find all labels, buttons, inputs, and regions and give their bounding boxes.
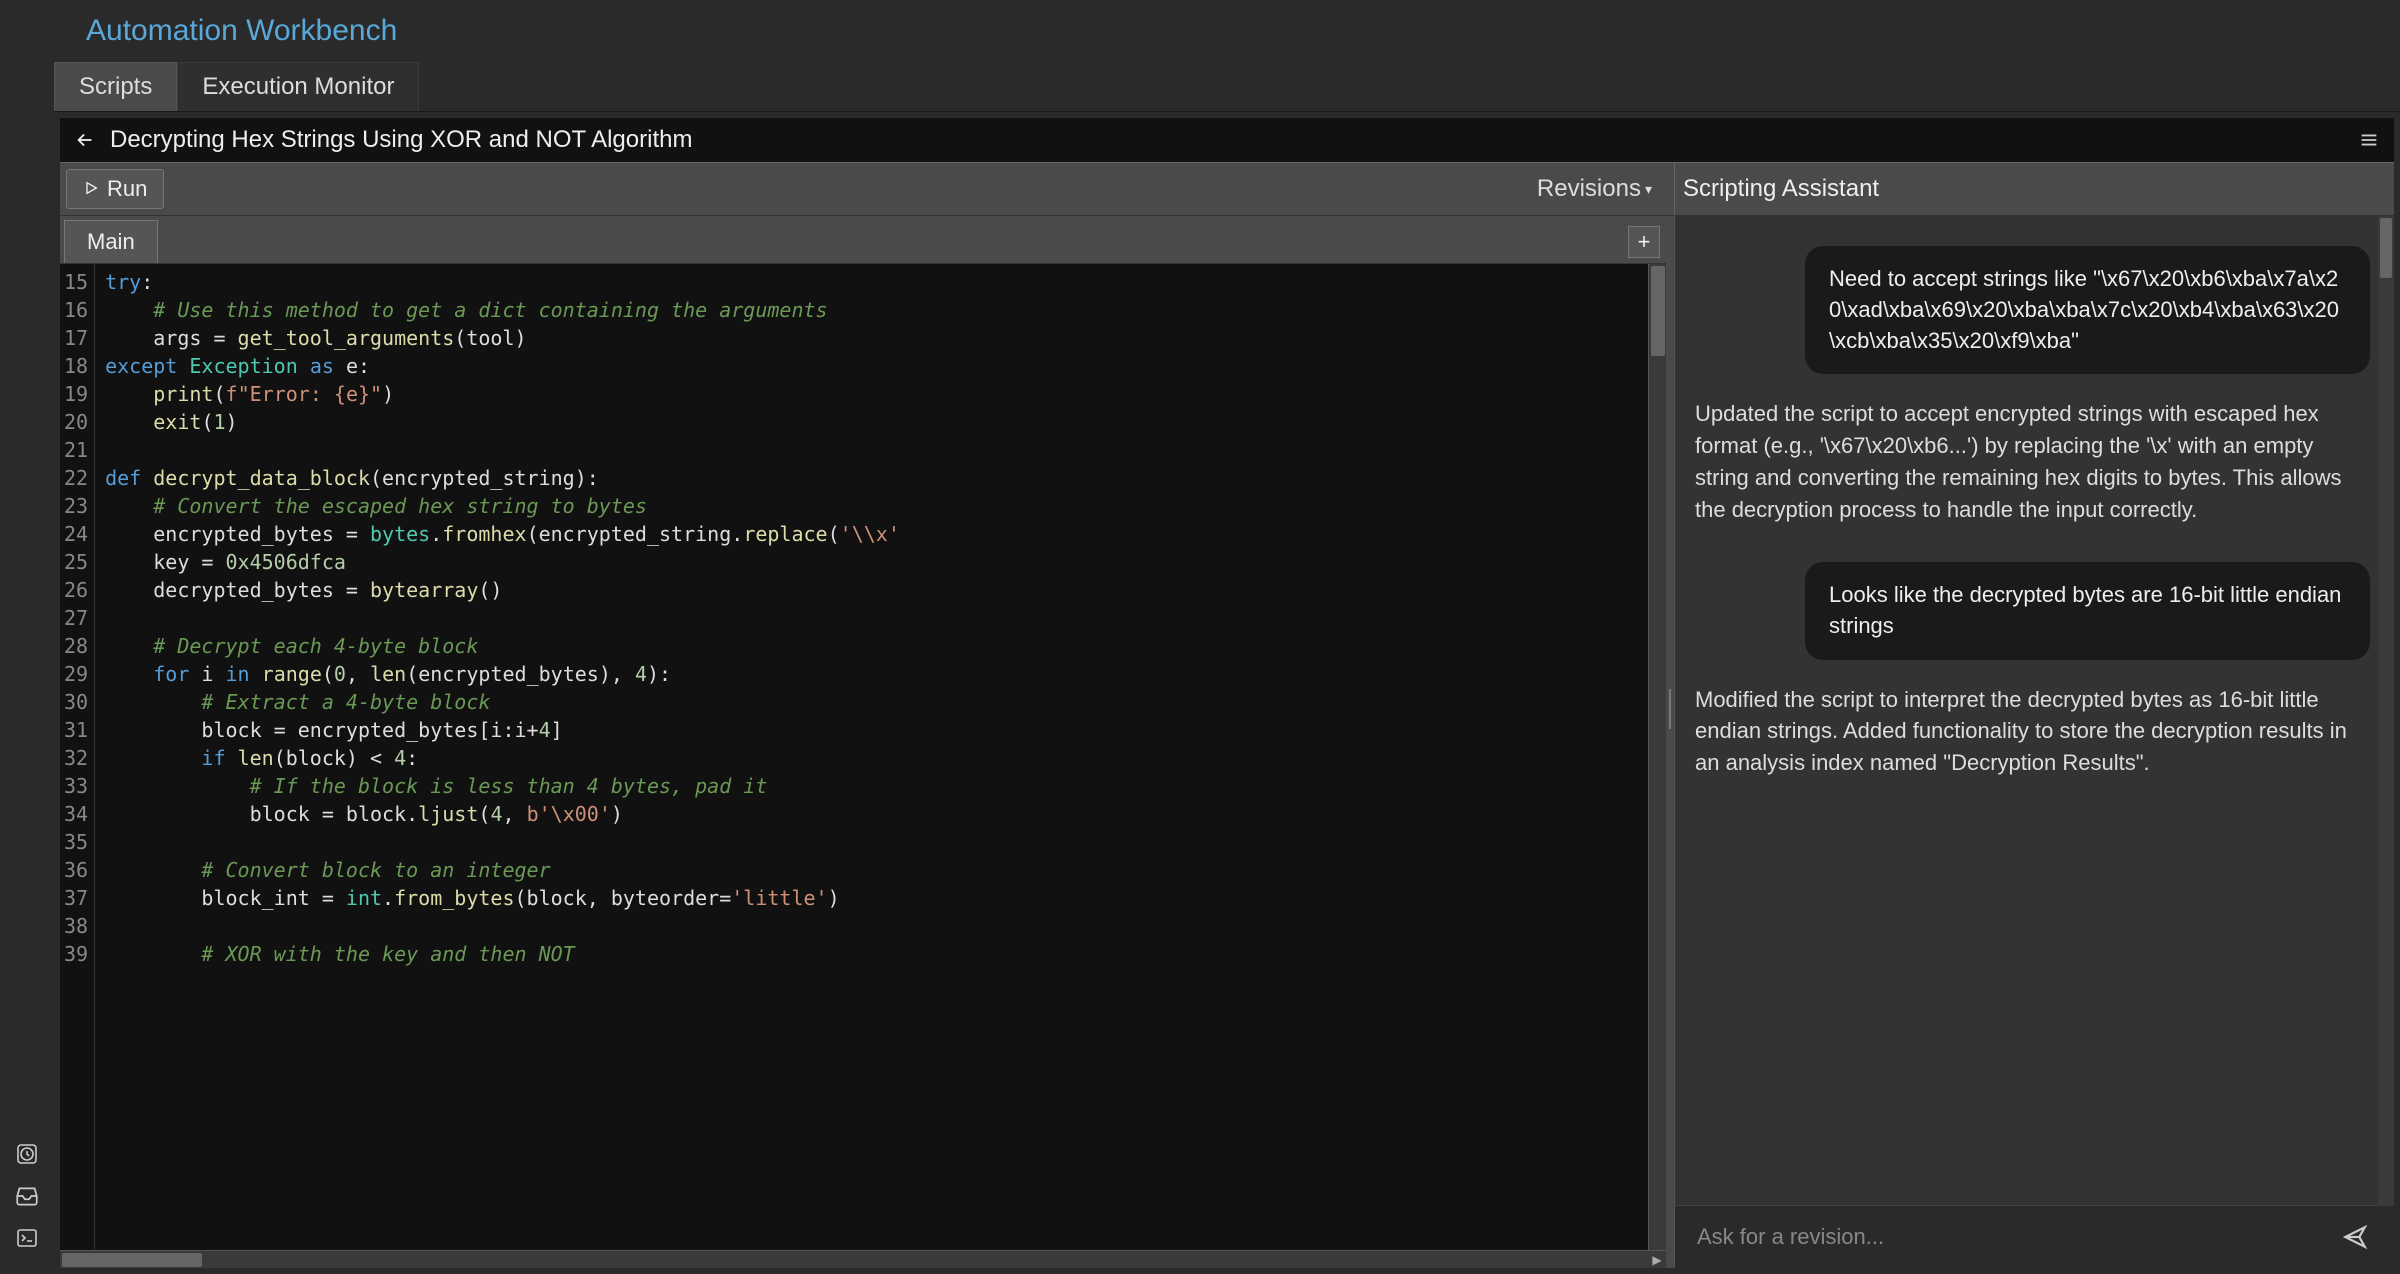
assistant-user-message: Need to accept strings like "\x67\x20\xb…: [1805, 246, 2370, 374]
assistant-reply: Modified the script to interpret the dec…: [1695, 684, 2370, 780]
main-area: Automation Workbench Scripts Execution M…: [54, 0, 2400, 1274]
add-tab-button[interactable]: +: [1628, 226, 1660, 258]
editor-vertical-scrollbar[interactable]: [1648, 264, 1666, 1250]
assistant-user-message: Looks like the decrypted bytes are 16-bi…: [1805, 562, 2370, 660]
toolbar: Run Revisions ▾ Scripting Assistant: [60, 162, 2394, 216]
revisions-label: Revisions: [1537, 175, 1641, 203]
run-label: Run: [107, 176, 147, 202]
assistant-conversation[interactable]: Need to accept strings like "\x67\x20\xb…: [1675, 216, 2394, 1205]
pane-splitter[interactable]: [1666, 216, 1674, 1268]
breadcrumb-title: Decrypting Hex Strings Using XOR and NOT…: [110, 126, 692, 154]
left-rail: [0, 0, 54, 1274]
clock-icon[interactable]: [11, 1138, 43, 1170]
assistant-pane: Need to accept strings like "\x67\x20\xb…: [1674, 216, 2394, 1268]
assistant-input[interactable]: [1697, 1224, 2338, 1250]
tab-scripts[interactable]: Scripts: [54, 62, 177, 111]
code-content[interactable]: try: # Use this method to get a dict con…: [95, 264, 1648, 1250]
editor-pane: Main + 151617181920212223242526272829303…: [60, 216, 1666, 1268]
editor-tabs: Main +: [60, 216, 1666, 264]
assistant-input-row: [1675, 1205, 2394, 1268]
top-tabs: Scripts Execution Monitor: [54, 62, 2400, 112]
terminal-icon[interactable]: [11, 1222, 43, 1254]
work-row: Main + 151617181920212223242526272829303…: [60, 216, 2394, 1268]
play-icon: [83, 176, 99, 202]
inbox-icon[interactable]: [11, 1180, 43, 1212]
assistant-reply: Updated the script to accept encrypted s…: [1695, 398, 2370, 526]
tab-execution-monitor[interactable]: Execution Monitor: [177, 62, 419, 111]
send-icon[interactable]: [2338, 1220, 2372, 1254]
line-number-gutter: 1516171819202122232425262728293031323334…: [60, 264, 95, 1250]
editor-tab-main[interactable]: Main: [64, 220, 158, 263]
assistant-vertical-scrollbar[interactable]: [2378, 216, 2394, 1206]
editor-horizontal-scrollbar[interactable]: ◀ ▶: [60, 1250, 1666, 1268]
app-title: Automation Workbench: [54, 0, 2400, 62]
breadcrumb-bar: Decrypting Hex Strings Using XOR and NOT…: [60, 118, 2394, 162]
hamburger-menu-icon[interactable]: [2358, 129, 2380, 151]
run-button[interactable]: Run: [66, 169, 164, 209]
scroll-right-icon[interactable]: ▶: [1648, 1251, 1666, 1269]
back-arrow-icon[interactable]: [74, 129, 96, 151]
revisions-dropdown[interactable]: Revisions ▾: [1537, 163, 1652, 215]
assistant-panel-title: Scripting Assistant: [1674, 163, 2394, 215]
chevron-down-icon: ▾: [1645, 181, 1652, 198]
code-editor[interactable]: 1516171819202122232425262728293031323334…: [60, 264, 1666, 1250]
